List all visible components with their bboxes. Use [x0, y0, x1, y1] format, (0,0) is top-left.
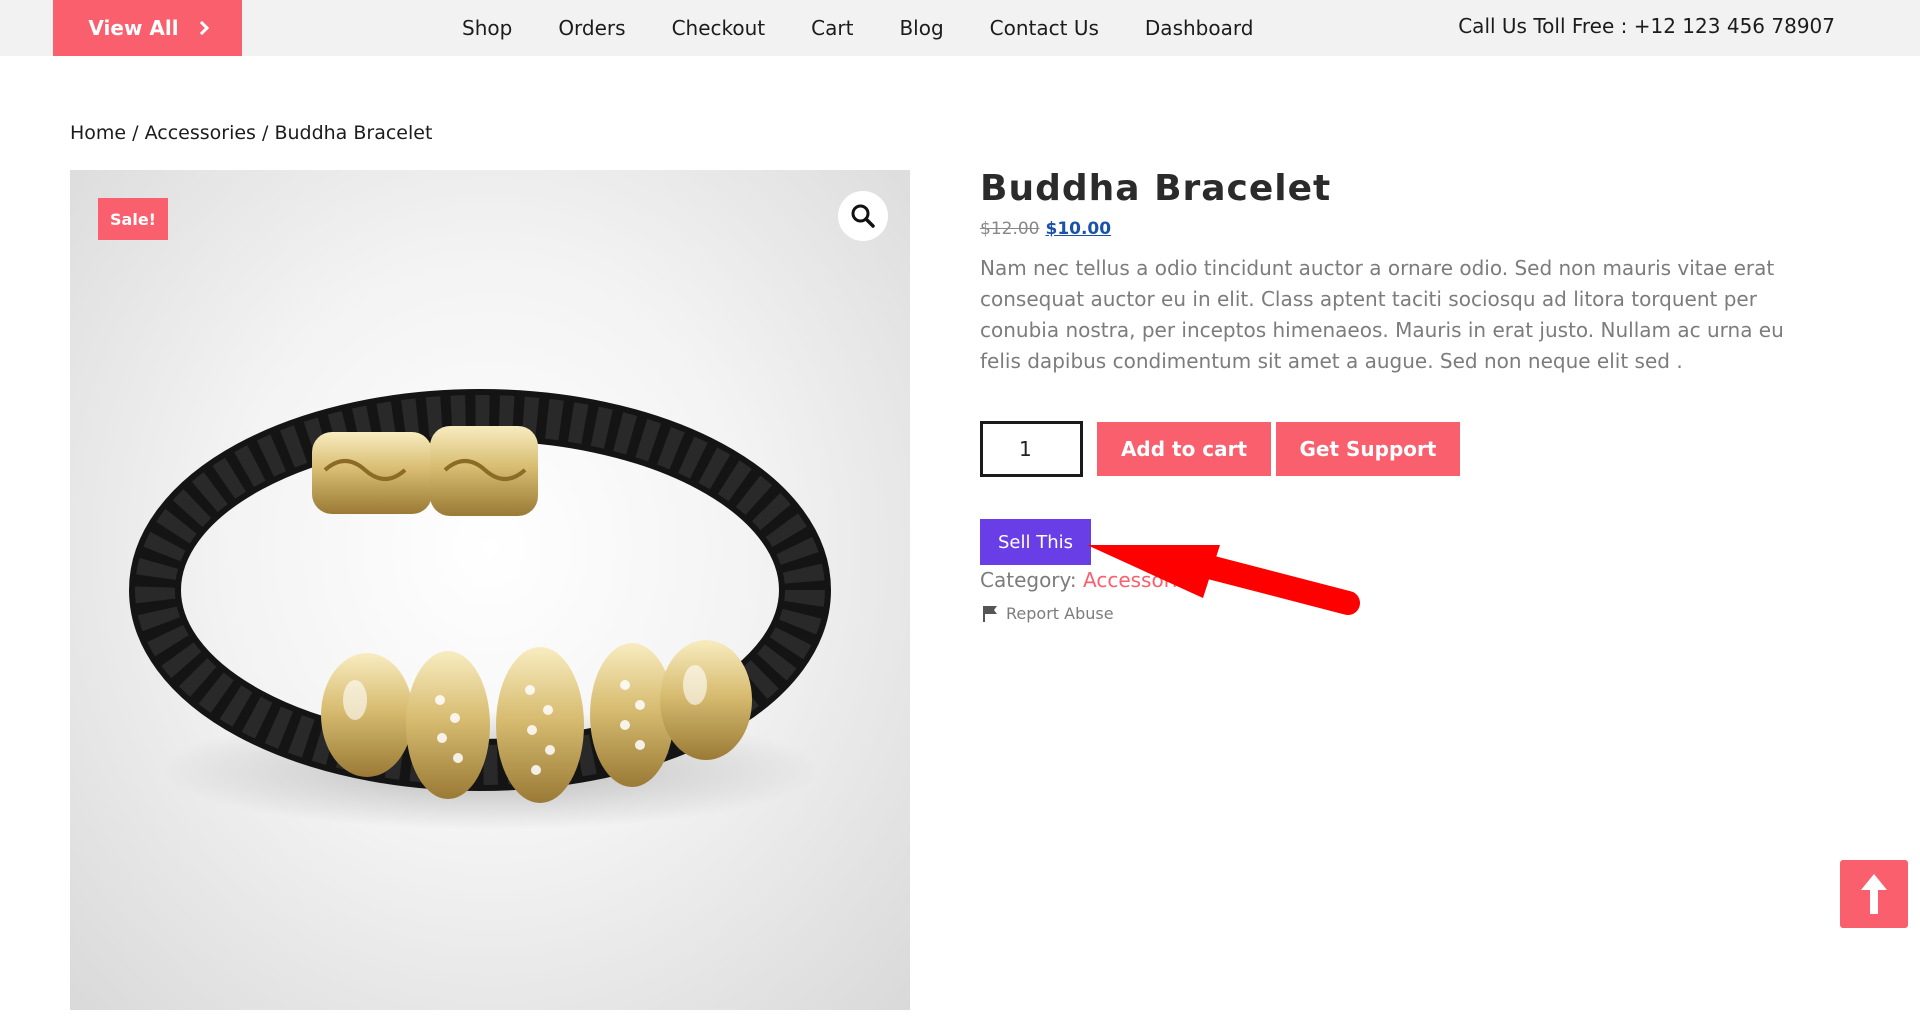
quantity-input[interactable] — [980, 421, 1083, 477]
nav-cart[interactable]: Cart — [811, 16, 853, 40]
sell-this-button[interactable]: Sell This — [980, 519, 1091, 565]
nav-dashboard[interactable]: Dashboard — [1145, 16, 1254, 40]
product-title: Buddha Bracelet — [980, 168, 1332, 209]
view-all-label: View All — [88, 16, 179, 40]
breadcrumb-current: Buddha Bracelet — [274, 122, 433, 144]
product-summary: Buddha Bracelet $12.00 $10.00 Nam nec tel… — [980, 168, 1800, 623]
nav-contact-us[interactable]: Contact Us — [990, 16, 1099, 40]
chevron-right-icon — [194, 20, 209, 36]
view-all-button[interactable]: View All — [53, 0, 242, 56]
product-image[interactable]: Sale! — [70, 170, 910, 1010]
sale-price[interactable]: $10.00 — [1045, 219, 1111, 239]
breadcrumb-separator: / — [255, 122, 275, 144]
scroll-to-top-button[interactable] — [1840, 860, 1908, 928]
zoom-button[interactable] — [838, 191, 888, 241]
sale-badge: Sale! — [98, 198, 168, 240]
magnifier-icon — [851, 204, 875, 228]
get-support-button[interactable]: Get Support — [1276, 422, 1460, 476]
arrow-up-icon — [1861, 874, 1887, 914]
nav-shop[interactable]: Shop — [462, 16, 512, 40]
flag-icon — [983, 606, 997, 622]
nav-orders[interactable]: Orders — [558, 16, 625, 40]
category-label: Category: — [980, 568, 1077, 592]
add-to-cart-button[interactable]: Add to cart — [1097, 422, 1271, 476]
toll-free-text: Call Us Toll Free : +12 123 456 78907 — [1458, 14, 1835, 38]
nav-checkout[interactable]: Checkout — [672, 16, 766, 40]
breadcrumb-home[interactable]: Home — [70, 122, 126, 144]
annotation-arrow — [1087, 545, 1360, 615]
top-bar: View All Shop Orders Checkout Cart Blog … — [0, 0, 1920, 56]
bracelet-photo — [129, 389, 831, 830]
product-description: Nam nec tellus a odio tincidunt auctor a… — [980, 256, 1784, 373]
breadcrumb-category[interactable]: Accessories — [145, 122, 256, 144]
old-price: $12.00 — [980, 219, 1040, 239]
breadcrumb: Home / Accessories / Buddha Bracelet — [70, 122, 432, 144]
product-price: $12.00 $10.00 — [980, 219, 1800, 239]
add-to-cart-form: Add to cart Get Support — [980, 421, 1460, 477]
nav-blog[interactable]: Blog — [899, 16, 943, 40]
main-nav: Shop Orders Checkout Cart Blog Contact U… — [462, 0, 1299, 56]
breadcrumb-separator: / — [126, 122, 145, 144]
